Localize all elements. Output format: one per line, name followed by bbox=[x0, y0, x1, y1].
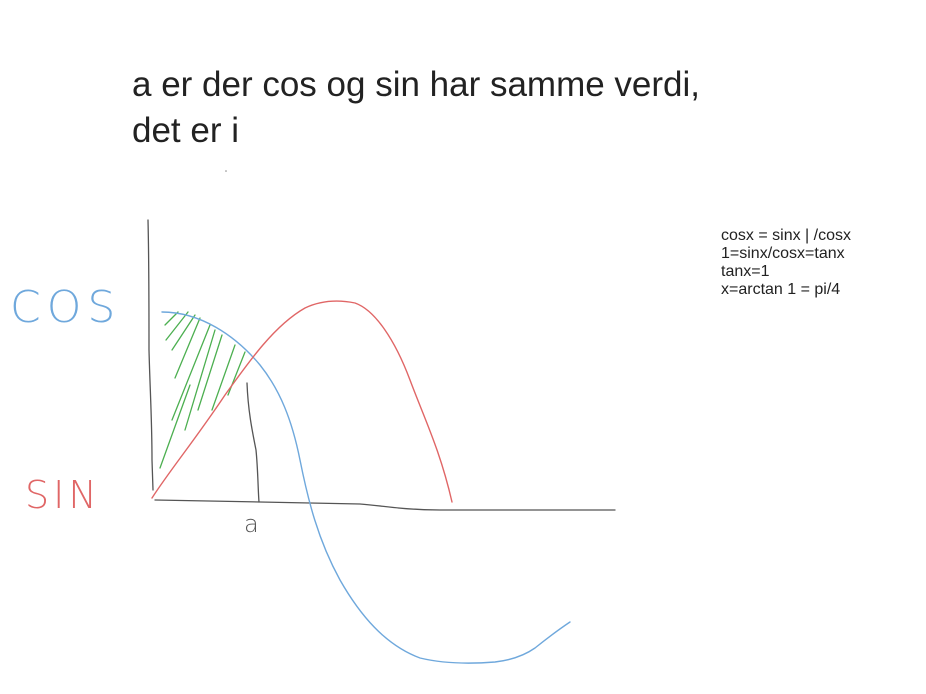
sin-label: SIN bbox=[25, 473, 101, 517]
stray-dot bbox=[225, 170, 227, 172]
x-axis bbox=[154, 499, 616, 511]
hatched-area bbox=[159, 311, 246, 469]
cos-label: COS bbox=[10, 282, 121, 333]
whiteboard-canvas: a er der cos og sin har samme verdi, det… bbox=[0, 0, 926, 694]
intersection-label: a bbox=[244, 510, 259, 538]
intersection-marker-line bbox=[246, 382, 260, 503]
cos-curve bbox=[161, 311, 571, 664]
hand-drawn-sketch: COS SIN a bbox=[10, 170, 616, 664]
y-axis bbox=[147, 219, 154, 491]
